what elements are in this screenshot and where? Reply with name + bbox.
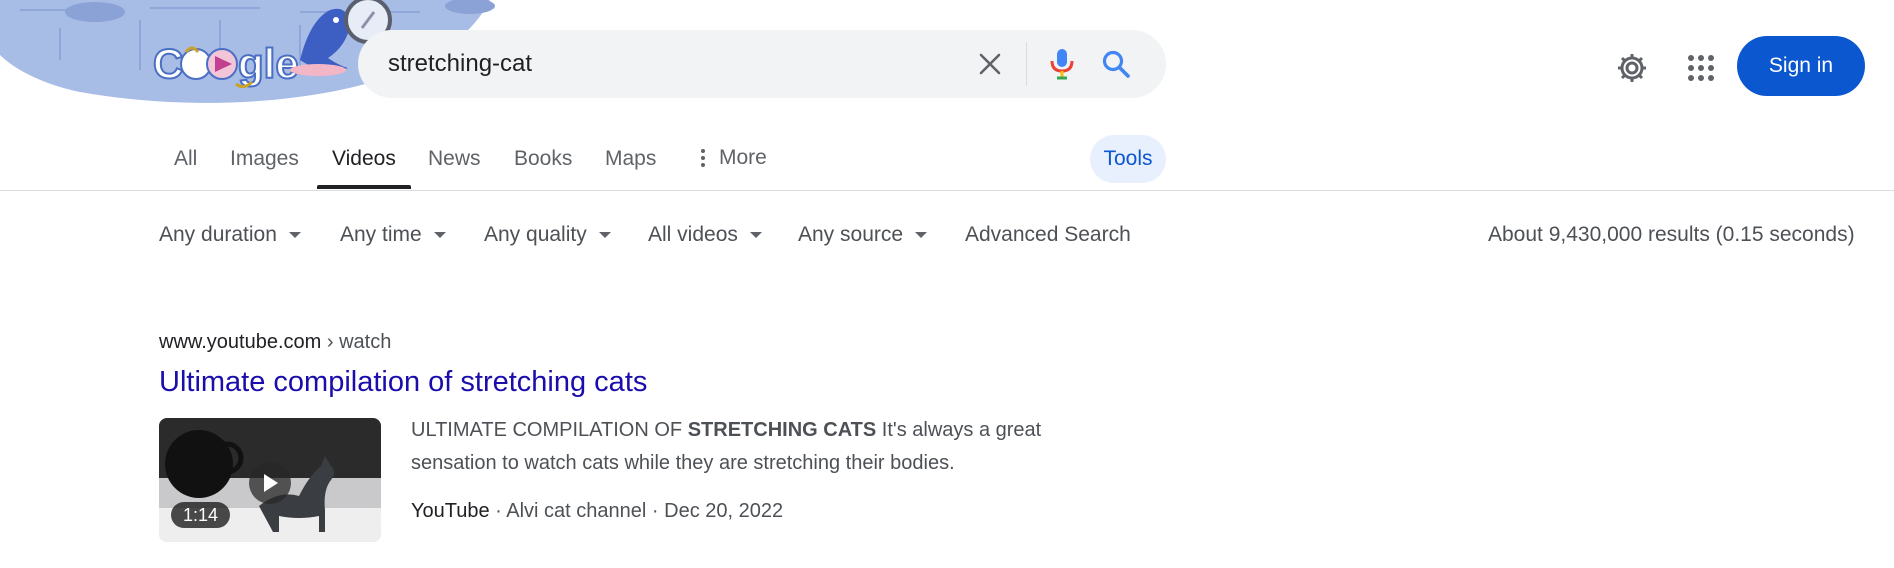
filter-duration-label: Any duration bbox=[159, 223, 277, 246]
caret-down-icon bbox=[598, 232, 611, 238]
tab-maps[interactable]: Maps bbox=[605, 144, 656, 174]
video-duration-badge: 1:14 bbox=[171, 502, 231, 528]
microphone-icon[interactable] bbox=[1042, 44, 1082, 84]
tab-videos[interactable]: Videos bbox=[332, 144, 396, 174]
tabs-divider bbox=[0, 190, 1894, 191]
tab-books[interactable]: Books bbox=[514, 144, 572, 174]
caret-down-icon bbox=[749, 232, 762, 238]
video-thumbnail[interactable]: 1:14 bbox=[159, 418, 381, 542]
result-title-link[interactable]: Ultimate compilation of stretching cats bbox=[159, 364, 647, 400]
sign-in-button[interactable]: Sign in bbox=[1737, 36, 1865, 96]
result-snippet: ULTIMATE COMPILATION OF STRETCHING CATS … bbox=[411, 414, 1091, 480]
filter-quality[interactable]: Any quality bbox=[484, 220, 611, 250]
tab-more[interactable]: More bbox=[719, 143, 767, 173]
search-icon[interactable] bbox=[1096, 44, 1136, 84]
result-stats: About 9,430,000 results (0.15 seconds) bbox=[1488, 223, 1855, 246]
more-vertical-dots-icon[interactable] bbox=[700, 148, 706, 168]
result-url[interactable]: www.youtube.com › watch bbox=[159, 328, 391, 356]
svg-text:gle: gle bbox=[238, 40, 299, 87]
snippet-text-pre: ULTIMATE COMPILATION OF bbox=[411, 419, 688, 441]
settings-gear-icon[interactable] bbox=[1608, 44, 1656, 92]
play-icon[interactable] bbox=[249, 462, 291, 504]
clear-icon[interactable] bbox=[970, 44, 1010, 84]
result-source: YouTube bbox=[411, 500, 490, 522]
search-box[interactable] bbox=[358, 30, 1166, 98]
filter-videos-label: All videos bbox=[648, 223, 738, 246]
caret-down-icon bbox=[915, 232, 928, 238]
advanced-search-link[interactable]: Advanced Search bbox=[965, 220, 1131, 250]
filter-time[interactable]: Any time bbox=[340, 220, 446, 250]
apps-grid-icon[interactable] bbox=[1677, 44, 1725, 92]
active-tab-indicator bbox=[317, 185, 411, 189]
caret-down-icon bbox=[288, 232, 301, 238]
caret-down-icon bbox=[433, 232, 446, 238]
result-channel: · Alvi cat channel bbox=[495, 500, 647, 522]
filter-duration[interactable]: Any duration bbox=[159, 220, 301, 250]
tab-news[interactable]: News bbox=[428, 144, 481, 174]
tab-images[interactable]: Images bbox=[230, 144, 299, 174]
search-input[interactable] bbox=[388, 30, 948, 98]
filter-source-label: Any source bbox=[798, 223, 904, 246]
filter-videos[interactable]: All videos bbox=[648, 220, 762, 250]
result-meta: YouTube · Alvi cat channel · Dec 20, 202… bbox=[411, 497, 783, 525]
result-domain: www.youtube.com bbox=[159, 331, 322, 353]
filter-time-label: Any time bbox=[340, 223, 422, 246]
svg-text:C: C bbox=[153, 40, 183, 87]
filter-quality-label: Any quality bbox=[484, 223, 587, 246]
search-box-divider bbox=[1026, 42, 1027, 86]
snippet-highlight: STRETCHING CATS bbox=[687, 419, 877, 441]
result-breadcrumb: › watch bbox=[326, 331, 392, 353]
result-date: · Dec 20, 2022 bbox=[651, 500, 784, 522]
tools-button[interactable]: Tools bbox=[1090, 135, 1166, 183]
filter-source[interactable]: Any source bbox=[798, 220, 928, 250]
tab-all[interactable]: All bbox=[174, 144, 197, 174]
